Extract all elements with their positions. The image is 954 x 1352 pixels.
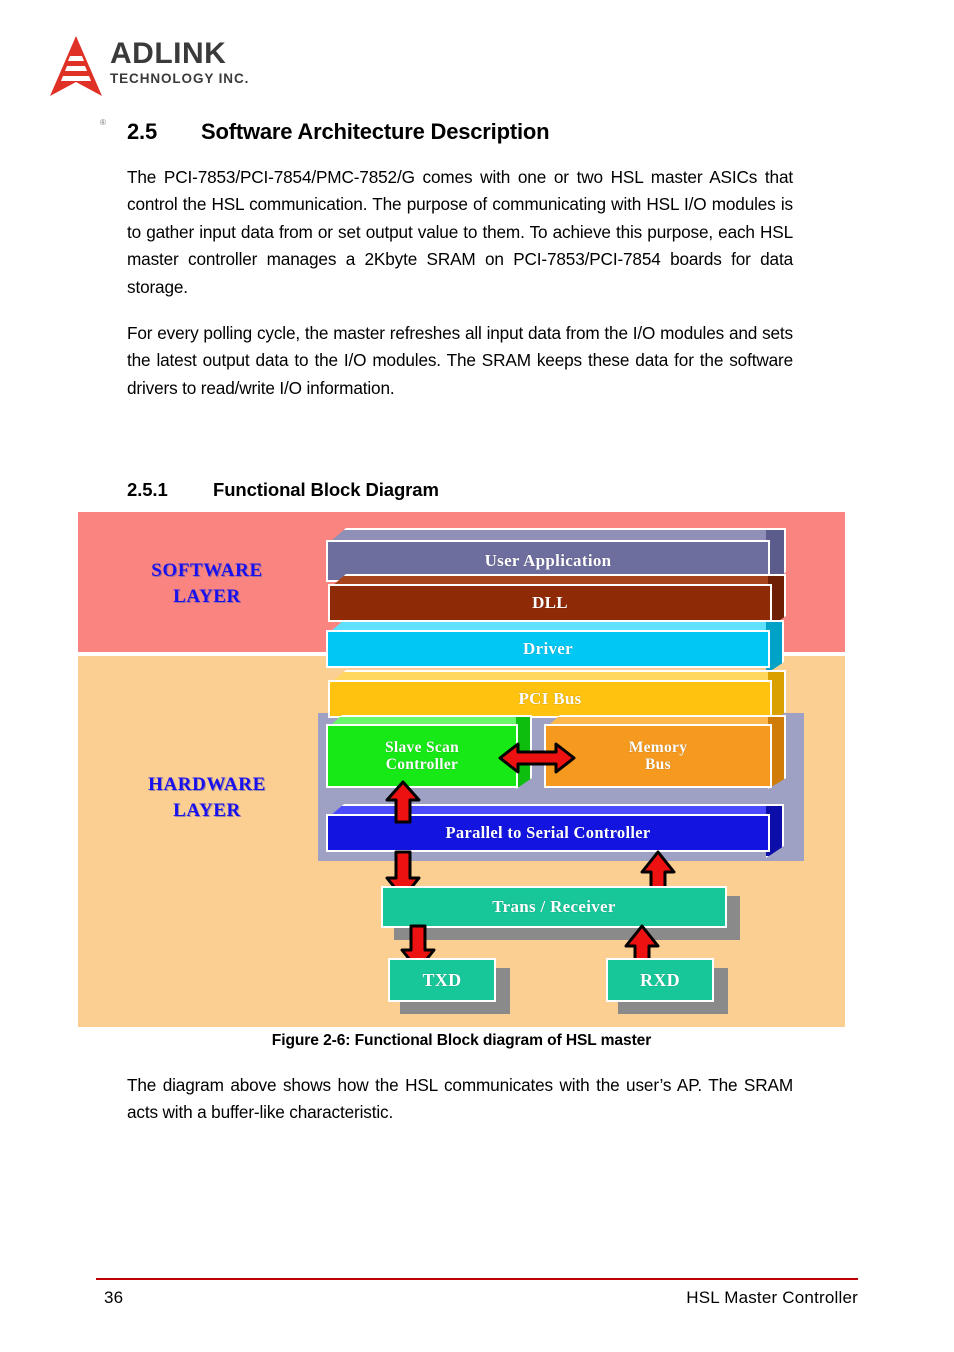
brand-name: ADLINK bbox=[110, 37, 227, 70]
closing-paragraph-wrap: The diagram above shows how the HSL comm… bbox=[127, 1072, 793, 1127]
adlink-logo-icon bbox=[42, 36, 106, 98]
subsection-title: Functional Block Diagram bbox=[213, 479, 439, 500]
brand-tagline: TECHNOLOGY INC. bbox=[110, 71, 250, 86]
footer-divider bbox=[96, 1278, 858, 1281]
scan-memory-arrow-icon bbox=[498, 740, 576, 776]
page-title: 2.5 Software Architecture Description bbox=[127, 118, 793, 146]
subsection-heading-wrap: 2.5.1 Functional Block Diagram bbox=[127, 478, 793, 502]
section-number: 2.5 bbox=[127, 119, 157, 144]
block-driver: Driver bbox=[326, 630, 770, 668]
block-trans-receiver: Trans / Receiver bbox=[381, 886, 727, 928]
registered-mark: ® bbox=[100, 118, 106, 127]
block-txd: TXD bbox=[388, 958, 496, 1002]
section-title: Software Architecture Description bbox=[201, 119, 550, 144]
block-pci-bus: PCI Bus bbox=[328, 680, 772, 718]
footer-title: HSL Master Controller bbox=[686, 1288, 858, 1307]
block-slave-scan-controller: Slave Scan Controller bbox=[326, 724, 518, 788]
paragraph-2: For every polling cycle, the master refr… bbox=[127, 323, 793, 398]
block-rxd: RXD bbox=[606, 958, 714, 1002]
subsection-number: 2.5.1 bbox=[127, 479, 168, 500]
software-layer-label: SOFTWARE LAYER bbox=[151, 560, 263, 607]
brand-wordmark: ADLINK TECHNOLOGY INC. bbox=[110, 38, 249, 87]
closing-paragraph: The diagram above shows how the HSL comm… bbox=[127, 1075, 793, 1123]
page-number: 36 bbox=[104, 1288, 124, 1307]
functional-block-diagram: SOFTWARE LAYER HARDWARE LAYER User Appli… bbox=[78, 512, 845, 1027]
subsection-heading: 2.5.1 Functional Block Diagram bbox=[127, 478, 793, 502]
figure-caption: Figure 2-6: Functional Block diagram of … bbox=[271, 1032, 652, 1049]
block-memory-bus: Memory Bus bbox=[544, 724, 772, 788]
block-dll: DLL bbox=[328, 584, 772, 622]
paragraph-1: The PCI-7853/PCI-7854/PMC-7852/G comes w… bbox=[127, 167, 793, 297]
hardware-layer-label: HARDWARE LAYER bbox=[148, 774, 266, 821]
brand-logo: ADLINK TECHNOLOGY INC. ® bbox=[42, 34, 312, 127]
serial-to-scan-arrow bbox=[385, 780, 421, 824]
page-content: 2.5 Software Architecture Description The… bbox=[127, 118, 793, 402]
